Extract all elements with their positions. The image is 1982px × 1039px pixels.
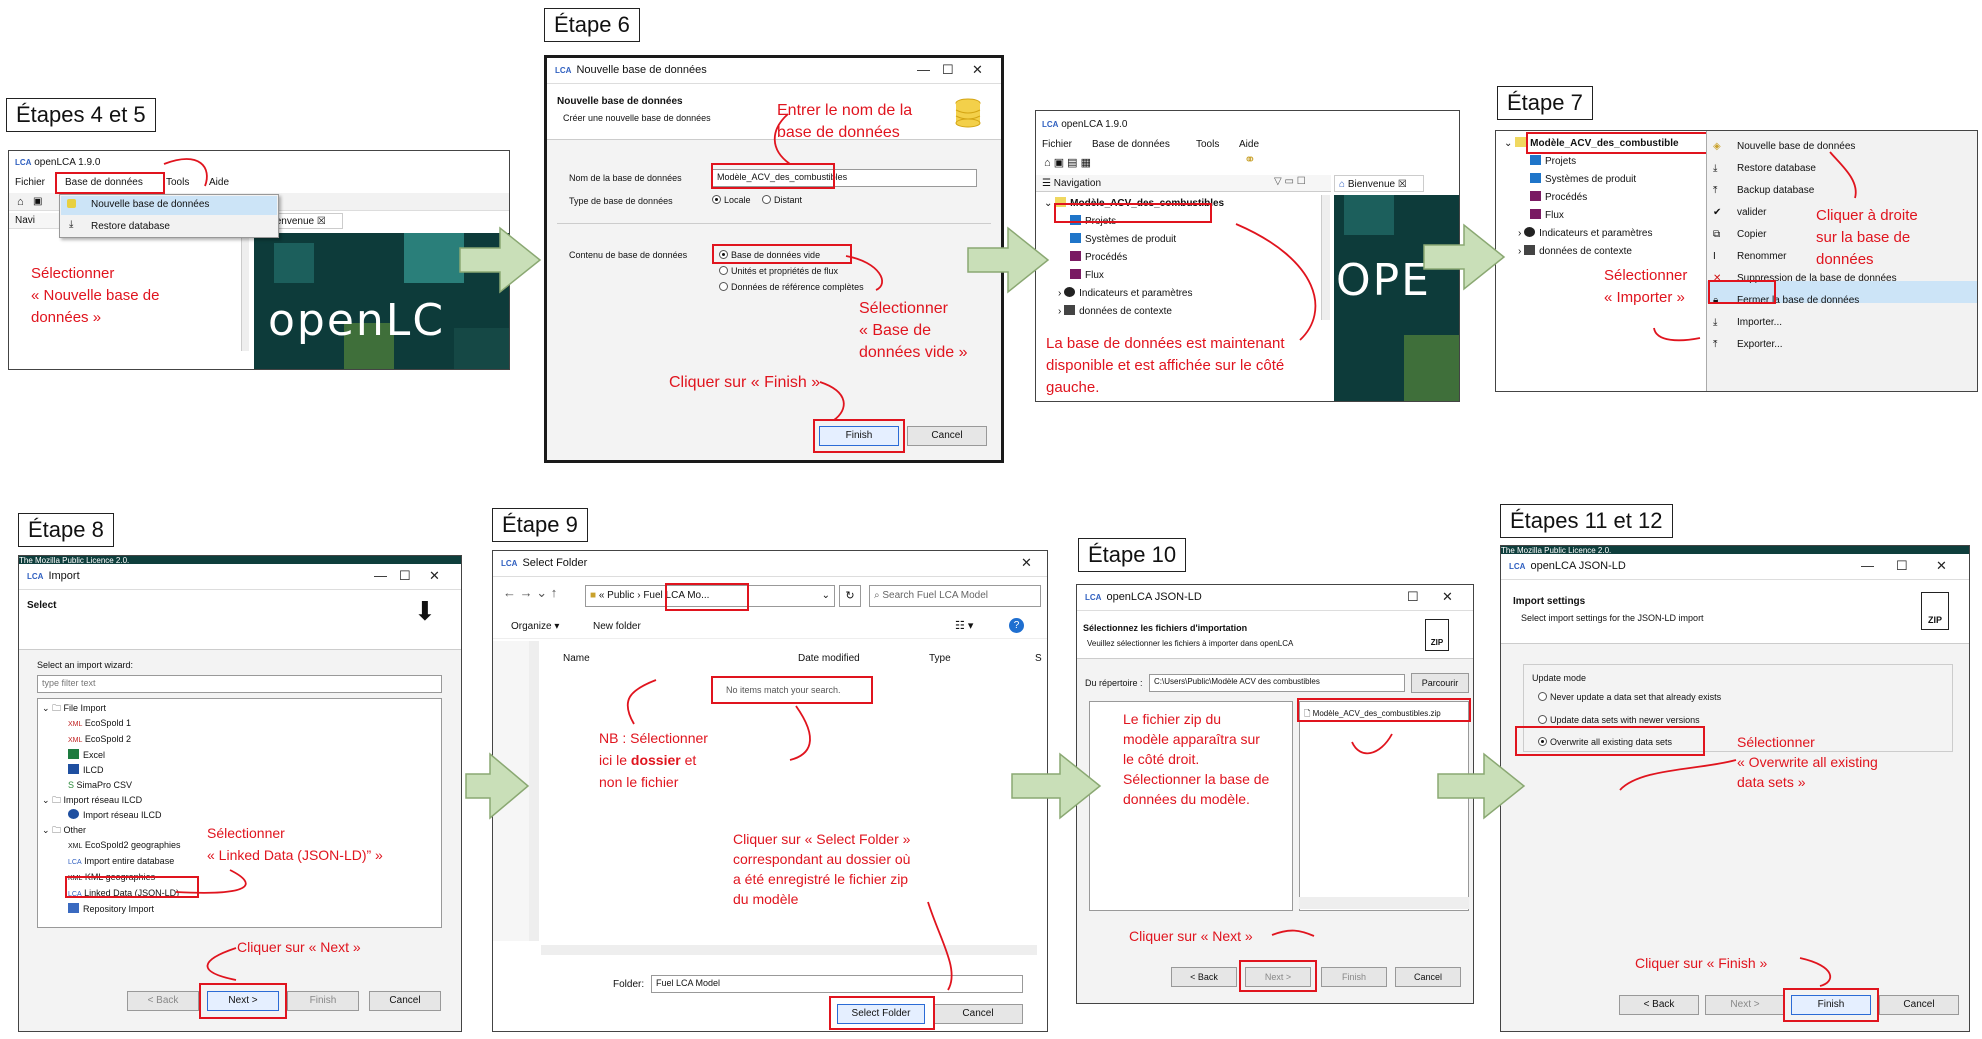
pointer-arrow-step9-nb [626,679,657,725]
pointer-arrow-step8-next [206,947,237,981]
flow-arrow-2 [967,226,1050,294]
pointer-arrow-step1112-finish [1799,957,1831,987]
pointer-arrow-step6-finish [819,381,845,421]
pointer-arrow-step45 [163,158,208,187]
flow-arrow-4 [465,752,530,820]
flow-arrows [163,113,1857,991]
pointer-arrow-step7-import [1653,327,1701,342]
pointer-arrow-step9-nb2 [789,705,811,761]
pointer-arrow-step9-select [927,901,953,991]
flow-arrow-1 [459,226,542,294]
pointer-arrow-step1112-overwrite [1619,759,1737,791]
pointer-arrow-nav [1235,223,1317,341]
pointer-arrow-step10-zip [1351,733,1393,755]
pointer-arrow-step10-next [1271,929,1315,937]
pointer-arrow-step6-name [773,113,791,165]
pointer-arrow-step8-linked [175,869,247,894]
pointer-arrow-step7-right [1829,151,1857,199]
flow-arrow-5 [1011,752,1102,820]
flow-arrow-6 [1437,752,1526,820]
flow-arrow-3 [1423,223,1506,291]
pointer-arrow-step6-empty [845,255,883,291]
